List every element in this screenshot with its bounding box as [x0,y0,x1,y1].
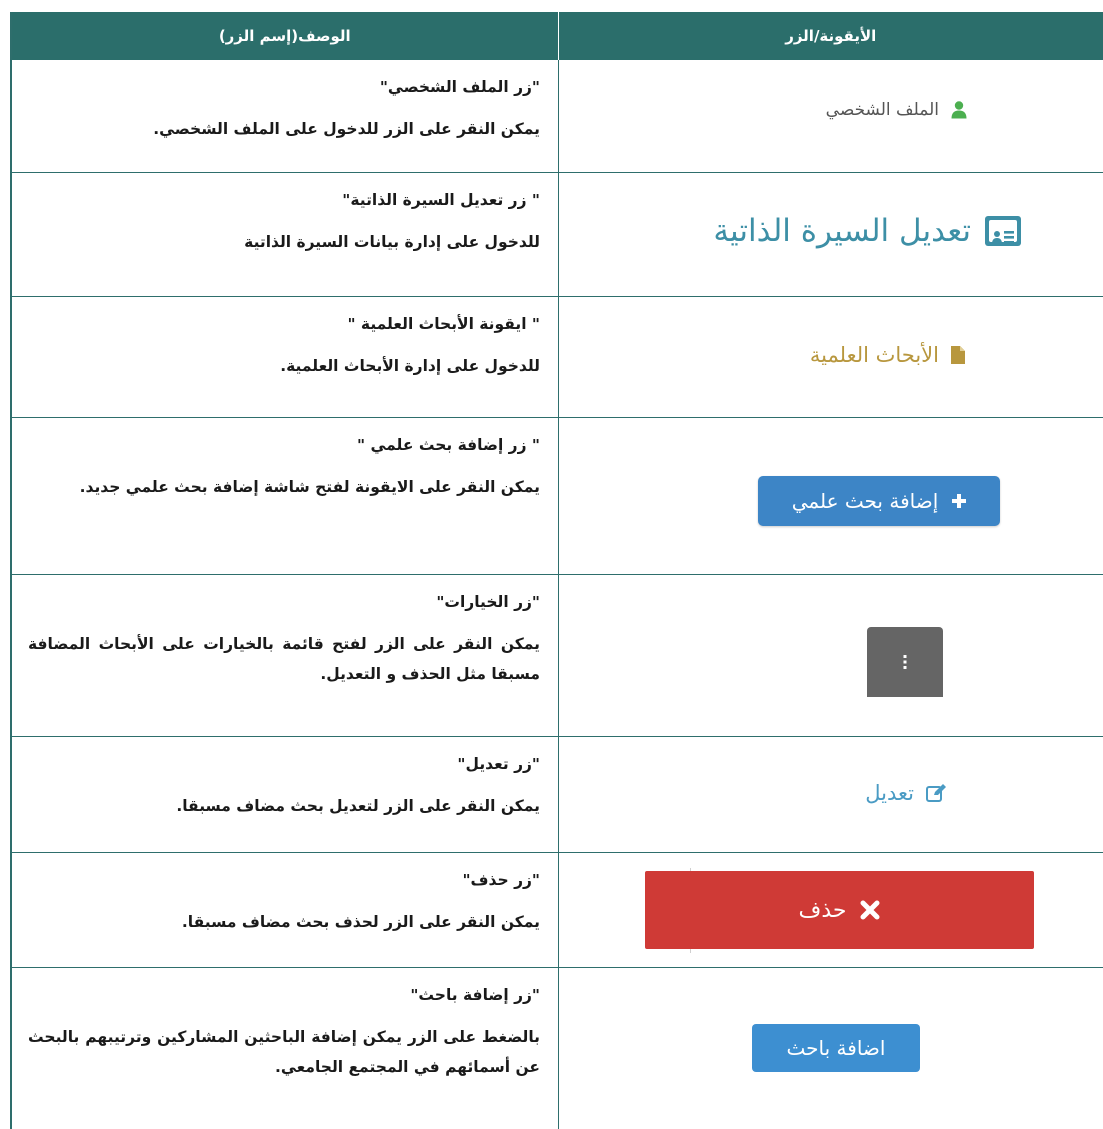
vertical-dots-icon [903,655,907,669]
description-cell: "زر تعديل" يمكن النقر على الزر لتعديل بح… [12,737,558,852]
row-title: "زر تعديل" [457,755,540,773]
icon-cell: اضافة باحث [558,968,1103,1129]
add-research-button[interactable]: إضافة بحث علمي [758,476,1000,526]
icon-cell: تعديل السيرة الذاتية [558,173,1103,296]
header-icon-column: الأيقونة/الزر [557,12,1103,60]
edit-cv-button[interactable]: تعديل السيرة الذاتية [713,213,1021,249]
icon-cell: تعديل [558,737,1103,852]
icon-cell: إضافة بحث علمي [558,418,1103,574]
add-researcher-button-label: اضافة باحث [786,1036,886,1060]
plus-icon [952,494,967,508]
edit-button[interactable]: تعديل [865,781,946,805]
table-row: تعديل "زر تعديل" يمكن النقر على الزر لتع… [12,737,1103,853]
buttons-reference-table: الأيقونة/الزر الوصف(إسم الزر) الملف الشخ… [10,12,1103,1129]
edit-cv-button-label: تعديل السيرة الذاتية [713,213,971,249]
user-icon [951,101,967,119]
description-cell: "زر إضافة باحث" بالضغط على الزر يمكن إضا… [12,968,558,1129]
row-title: "زر الخيارات" [436,593,540,611]
add-research-button-label: إضافة بحث علمي [791,489,939,513]
row-description: يمكن النقر على الزر لفتح قائمة بالخيارات… [28,635,540,683]
table-row: اضافة باحث "زر إضافة باحث" بالضغط على ال… [12,968,1103,1129]
description-cell: " زر إضافة بحث علمي " يمكن النقر على الا… [12,418,558,574]
delete-button-label: حذف [798,897,847,923]
icon-cell [558,575,1103,736]
edit-button-label: تعديل [865,781,914,805]
delete-button[interactable]: حذف [645,871,1034,949]
add-researcher-button[interactable]: اضافة باحث [752,1024,920,1072]
table-row: "زر الخيارات" يمكن النقر على الزر لفتح ق… [12,575,1103,737]
row-title: " ايقونة الأبحاث العلمية " [347,315,540,333]
profile-button[interactable]: الملف الشخصي [826,100,967,120]
times-icon [860,900,880,920]
description-cell: "زر حذف" يمكن النقر على الزر لحذف بحث مض… [12,853,558,967]
row-description: يمكن النقر على الزر لحذف بحث مضاف مسبقا. [181,913,540,931]
table-row: حذف "زر حذف" يمكن النقر على الزر لحذف بح… [12,853,1103,968]
research-button[interactable]: الأبحاث العلمية [810,343,965,367]
description-cell: " ايقونة الأبحاث العلمية " للدخول على إد… [12,297,558,417]
table-row: إضافة بحث علمي " زر إضافة بحث علمي " يمك… [12,418,1103,575]
description-cell: "زر الخيارات" يمكن النقر على الزر لفتح ق… [12,575,558,736]
row-title: "زر إضافة باحث" [410,986,540,1004]
research-button-label: الأبحاث العلمية [809,343,939,367]
options-button[interactable] [867,627,943,697]
row-title: "زر حذف" [462,871,540,889]
row-title: " زر إضافة بحث علمي " [356,436,540,454]
id-card-icon [985,216,1021,246]
table-row: الأبحاث العلمية " ايقونة الأبحاث العلمية… [12,297,1103,418]
row-description: يمكن النقر على الايقونة لفتح شاشة إضافة … [79,478,540,496]
icon-cell: حذف [558,853,1103,967]
header-description-column: الوصف(إسم الزر) [218,27,351,45]
row-description: يمكن النقر على الزر لتعديل بحث مضاف مسبق… [176,797,540,815]
row-description: للدخول على إدارة بيانات السيرة الذاتية [244,233,540,251]
icon-cell: الأبحاث العلمية [558,297,1103,417]
profile-button-label: الملف الشخصي [825,100,939,120]
row-title: "زر الملف الشخصي" [379,78,540,96]
icon-cell: الملف الشخصي [558,60,1103,172]
file-icon [951,346,965,364]
table-row: الملف الشخصي "زر الملف الشخصي" يمكن النق… [12,60,1103,173]
row-description: للدخول على إدارة الأبحاث العلمية. [280,357,540,375]
row-description: يمكن النقر على الزر للدخول على الملف الش… [153,120,540,138]
edit-icon [926,784,946,802]
row-title: " زر تعديل السيرة الذاتية" [342,191,540,209]
table-header: الأيقونة/الزر الوصف(إسم الزر) [12,12,1103,60]
description-cell: " زر تعديل السيرة الذاتية" للدخول على إد… [12,173,558,296]
row-description: بالضغط على الزر يمكن إضافة الباحثين المش… [28,1028,540,1076]
description-cell: "زر الملف الشخصي" يمكن النقر على الزر لل… [12,60,558,172]
table-row: تعديل السيرة الذاتية " زر تعديل السيرة ا… [12,173,1103,297]
